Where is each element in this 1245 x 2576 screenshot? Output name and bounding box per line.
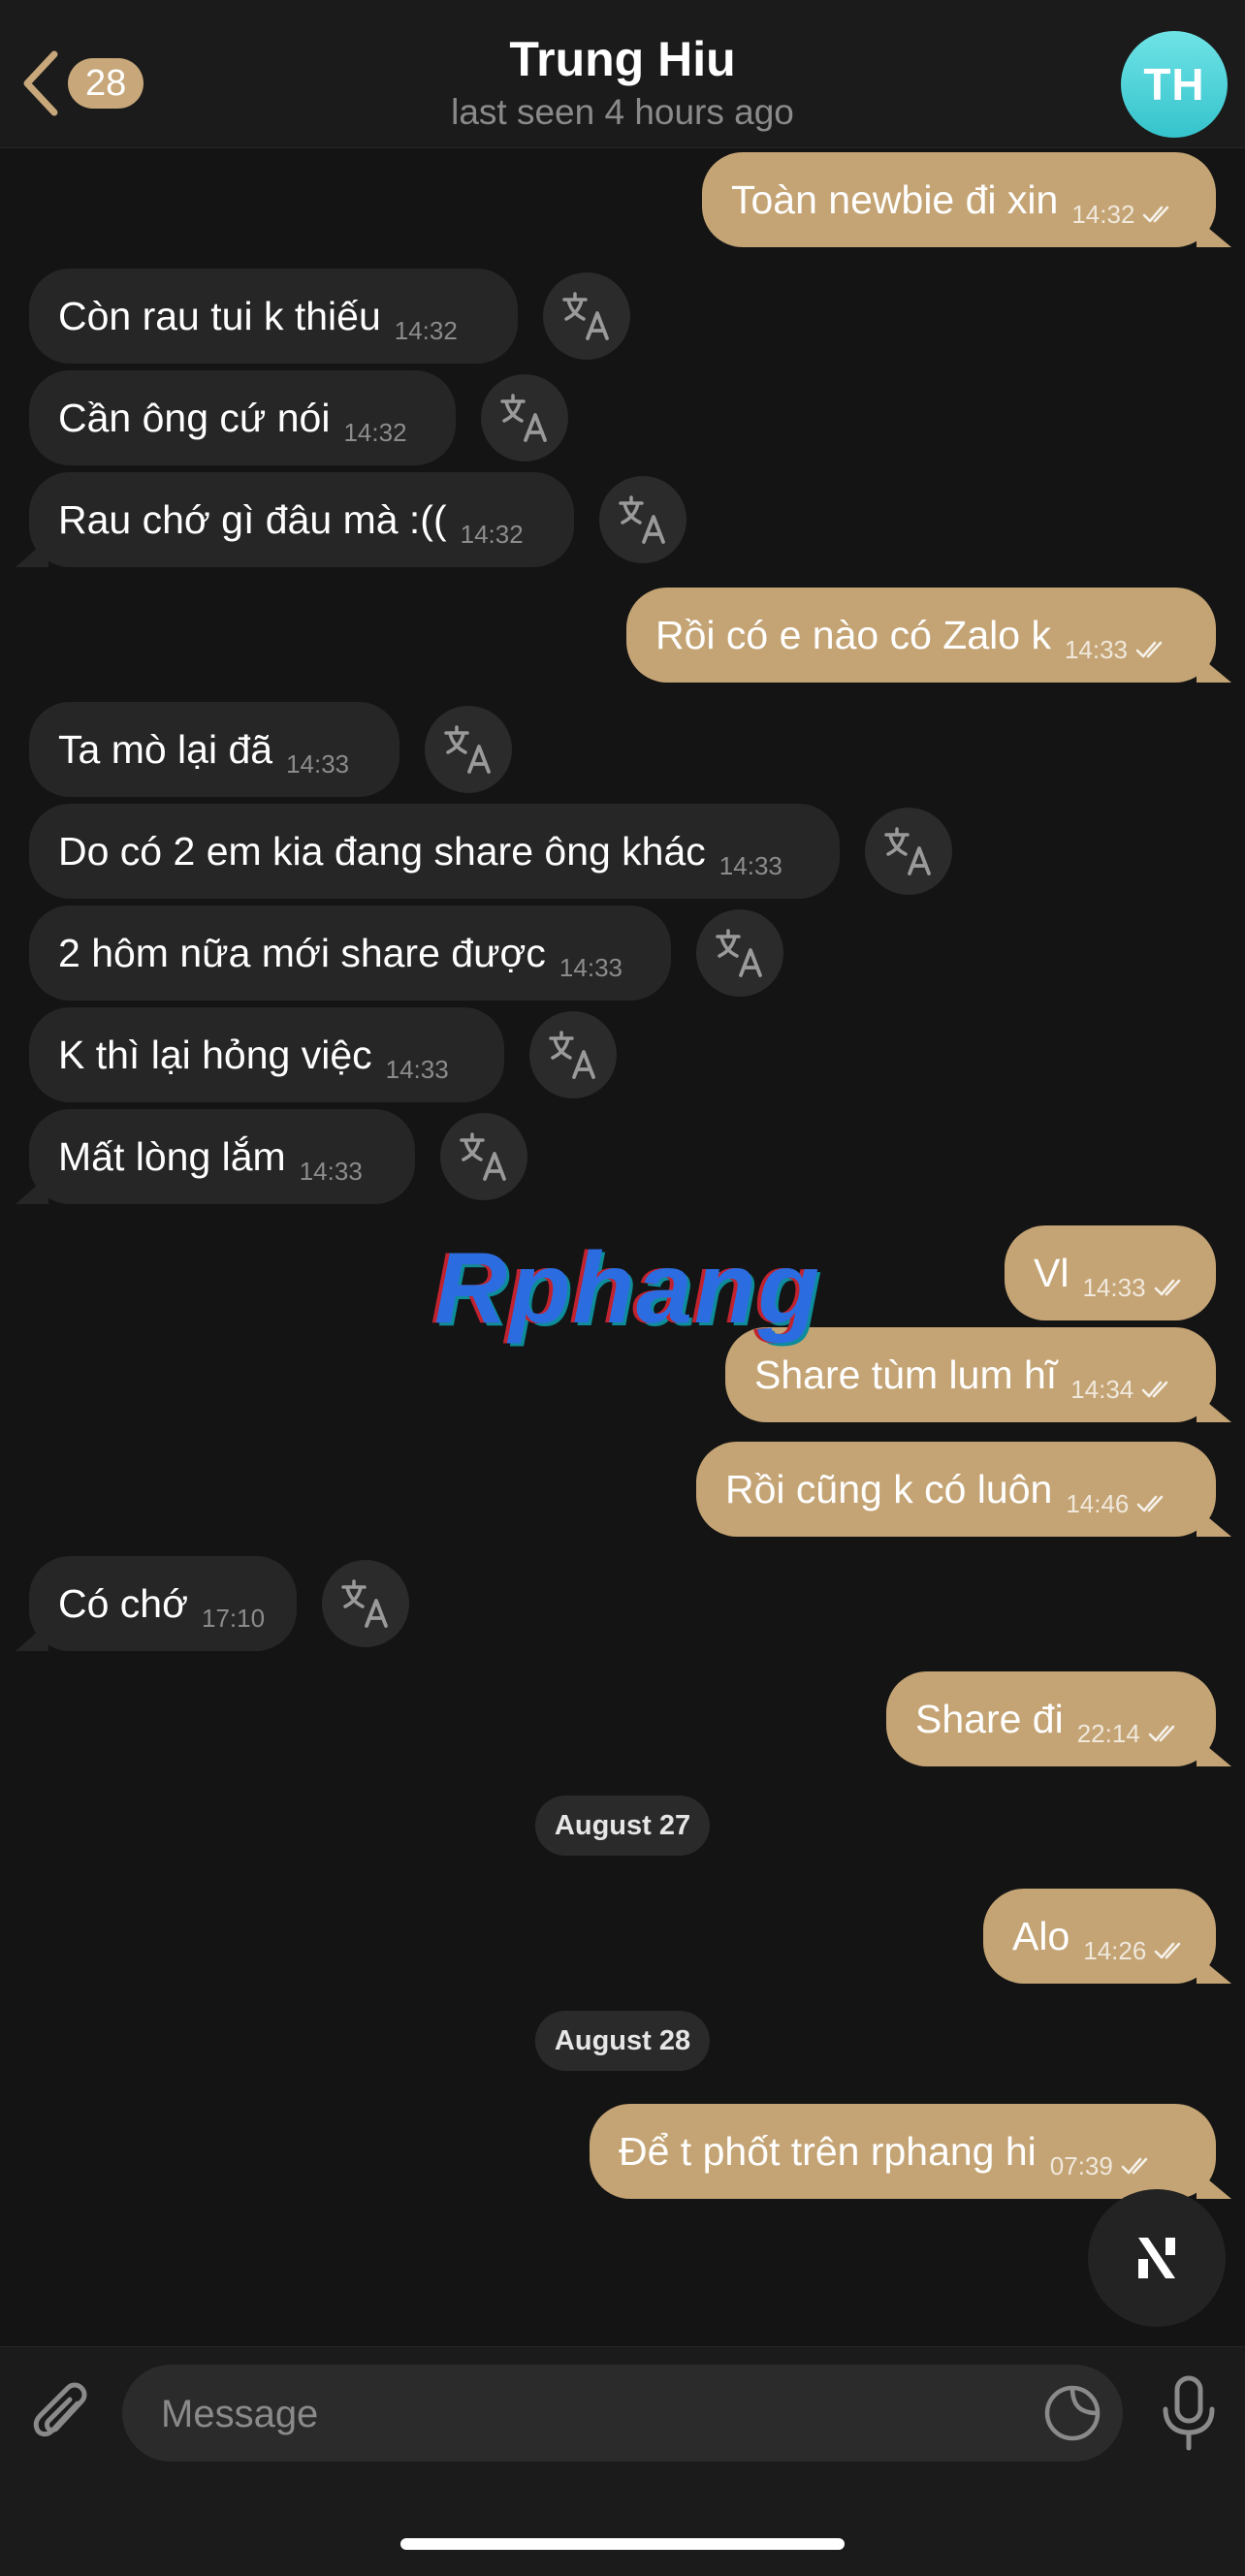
avatar[interactable]: TH (1121, 31, 1228, 138)
translate-icon[interactable] (322, 1560, 409, 1647)
outgoing-message[interactable]: Vl 14:33 (1005, 1225, 1216, 1320)
outgoing-message[interactable]: Để t phốt trên rphang hi 07:39 (590, 2104, 1216, 2199)
message-text: Rau chớ gì đâu mà :(( (58, 497, 447, 542)
date-separator: August 27 (534, 1796, 711, 1856)
outgoing-message[interactable]: Alo 14:26 (983, 1889, 1216, 1984)
message-time: 14:33 (385, 1055, 449, 1084)
message-time: 14:33 (286, 749, 350, 779)
message-text: Do có 2 em kia đang share ông khác (58, 829, 706, 874)
message-time: 17:10 (202, 1604, 266, 1633)
message-text: K thì lại hỏng việc (58, 1033, 372, 1077)
microphone-icon[interactable] (1160, 2374, 1218, 2452)
outgoing-message[interactable]: Share đi 22:14 (886, 1671, 1216, 1766)
app-logo-icon (1138, 2238, 1175, 2278)
read-check-icon (1154, 1900, 1187, 1995)
message-time: 14:32 (460, 520, 524, 549)
outgoing-message[interactable]: Toàn newbie đi xin 14:32 (702, 152, 1216, 247)
message-time: 22:14 (1076, 1719, 1140, 1748)
message-text: 2 hôm nữa mới share được (58, 931, 546, 975)
outgoing-message[interactable]: Rồi cũng k có luôn 14:46 (696, 1442, 1216, 1537)
read-check-icon (1135, 599, 1168, 694)
translate-icon[interactable] (529, 1011, 617, 1098)
message-text: Vl (1034, 1251, 1069, 1295)
translate-icon[interactable] (425, 706, 512, 793)
attach-icon[interactable] (27, 2374, 97, 2452)
watermark-logo: Rphang (434, 1232, 822, 1345)
message-text: Còn rau tui k thiếu (58, 294, 381, 338)
incoming-message[interactable]: Có chớ 17:10 (29, 1556, 297, 1651)
read-check-icon (1154, 1237, 1187, 1332)
message-text: Để t phốt trên rphang hi (619, 2129, 1037, 2174)
message-time: 07:39 (1049, 2151, 1113, 2180)
sticker-icon[interactable] (1043, 2384, 1101, 2442)
chat-title-area[interactable]: Trung Hiu last seen 4 hours ago (0, 29, 1245, 136)
message-time: 14:32 (394, 316, 458, 345)
incoming-message[interactable]: Cần ông cứ nói 14:32 (29, 370, 456, 465)
incoming-message[interactable]: 2 hôm nữa mới share được 14:33 (29, 906, 671, 1001)
message-time: 14:32 (343, 418, 407, 447)
message-time: 14:34 (1070, 1375, 1134, 1404)
date-separator: August 28 (534, 2011, 711, 2071)
read-check-icon (1141, 1339, 1174, 1434)
home-indicator (400, 2538, 845, 2550)
message-text: Có chớ (58, 1581, 188, 1626)
incoming-message[interactable]: K thì lại hỏng việc 14:33 (29, 1007, 504, 1102)
message-time: 14:33 (718, 851, 782, 880)
read-check-icon (1142, 164, 1175, 259)
message-text: Share tùm lum hĩ (754, 1352, 1058, 1397)
message-time: 14:33 (1082, 1273, 1146, 1302)
message-time: 14:33 (299, 1157, 363, 1186)
read-check-icon (1148, 1683, 1181, 1778)
translate-icon[interactable] (599, 476, 686, 563)
message-text: Toàn newbie đi xin (731, 177, 1059, 222)
message-text: Ta mò lại đã (58, 727, 273, 772)
incoming-message[interactable]: Do có 2 em kia đang share ông khác 14:33 (29, 804, 840, 899)
message-field[interactable] (122, 2365, 1123, 2464)
floating-action-button[interactable] (1088, 2189, 1226, 2327)
message-text: Rồi cũng k có luôn (725, 1467, 1053, 1511)
chat-header: 28 Trung Hiu last seen 4 hours ago TH (0, 0, 1245, 148)
message-time: 14:26 (1083, 1936, 1147, 1965)
last-seen-status: last seen 4 hours ago (451, 92, 794, 132)
incoming-message[interactable]: Còn rau tui k thiếu 14:32 (29, 269, 518, 364)
message-time: 14:46 (1066, 1489, 1130, 1518)
message-text: Alo (1012, 1914, 1070, 1958)
message-text: Share đi (915, 1697, 1064, 1741)
message-time: 14:33 (559, 953, 622, 982)
translate-icon[interactable] (481, 374, 568, 461)
message-text: Rồi có e nào có Zalo k (655, 613, 1051, 657)
message-input[interactable] (159, 2365, 1016, 2464)
read-check-icon (1136, 1453, 1169, 1548)
incoming-message[interactable]: Rau chớ gì đâu mà :(( 14:32 (29, 472, 574, 567)
translate-icon[interactable] (440, 1113, 527, 1200)
message-time: 14:32 (1071, 200, 1135, 229)
translate-icon[interactable] (865, 808, 952, 895)
outgoing-message[interactable]: Rồi có e nào có Zalo k 14:33 (626, 588, 1216, 683)
translate-icon[interactable] (543, 272, 630, 360)
incoming-message[interactable]: Ta mò lại đã 14:33 (29, 702, 399, 797)
incoming-message[interactable]: Mất lòng lắm 14:33 (29, 1109, 415, 1204)
message-text: Mất lòng lắm (58, 1134, 286, 1179)
message-text: Cần ông cứ nói (58, 396, 331, 440)
message-time: 14:33 (1064, 635, 1129, 664)
chat-title: Trung Hiu (509, 32, 736, 86)
translate-icon[interactable] (696, 909, 783, 997)
